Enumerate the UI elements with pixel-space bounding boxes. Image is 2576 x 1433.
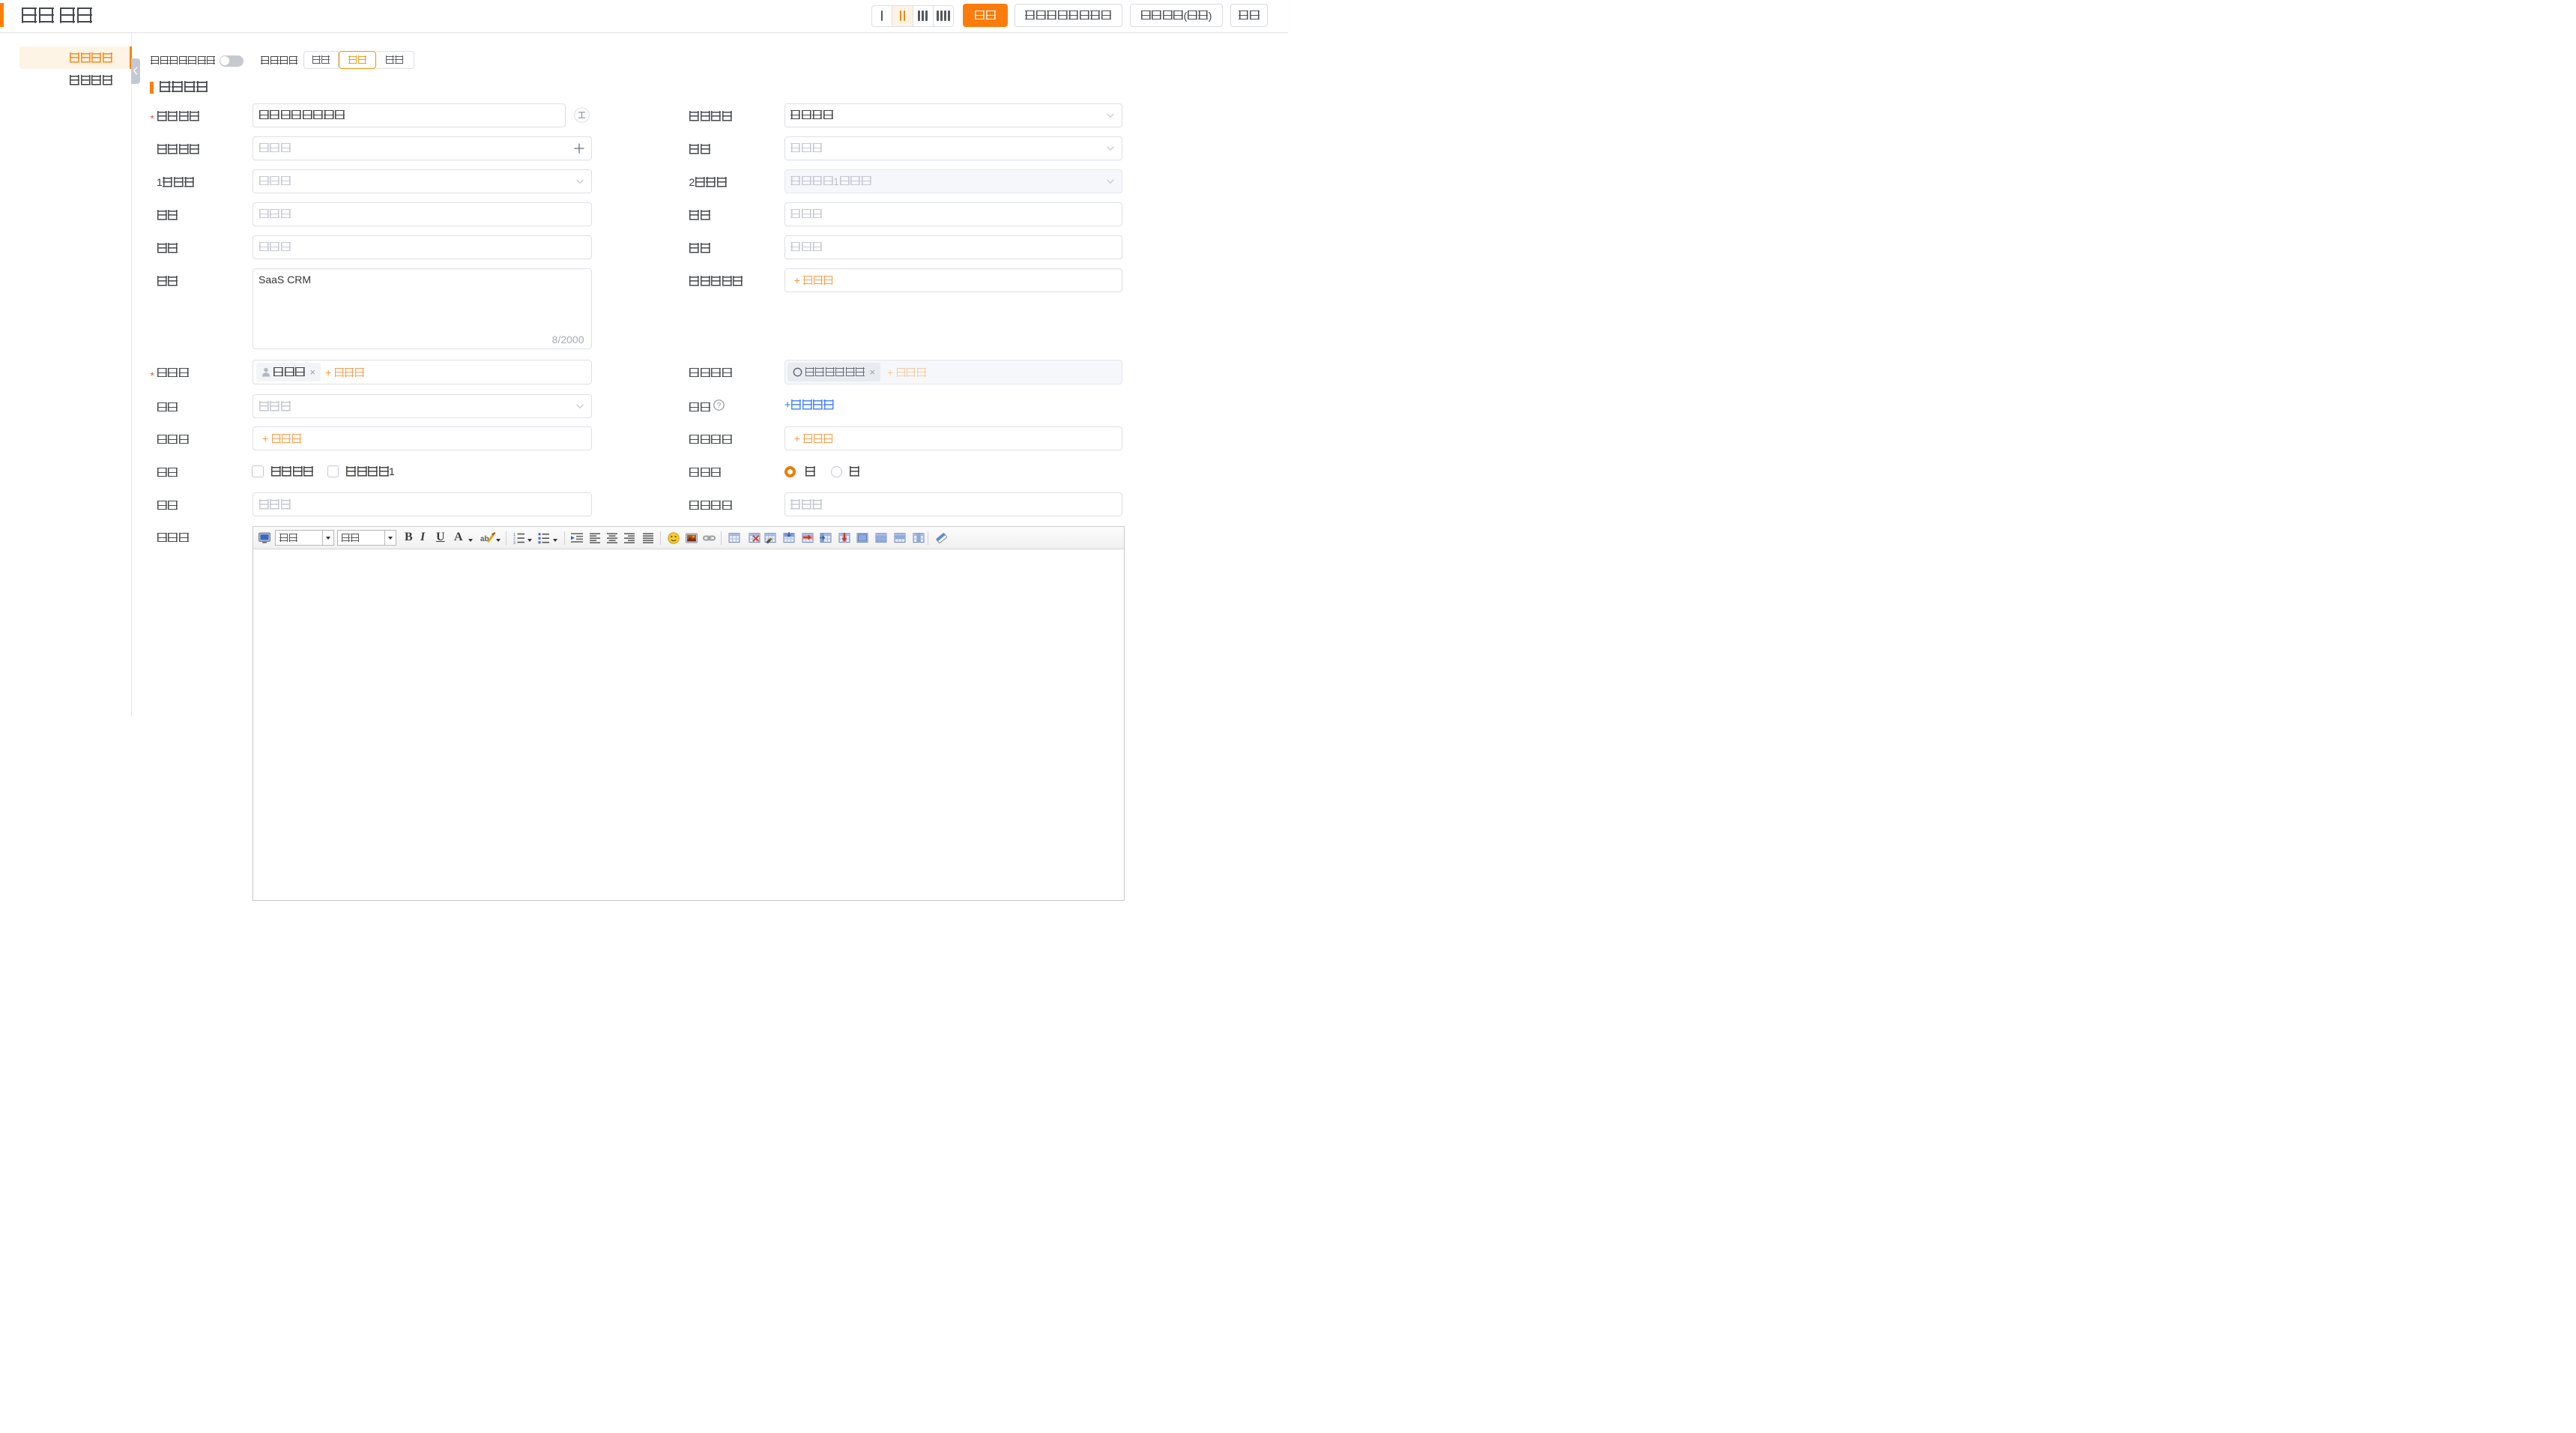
svg-text:?: ? — [717, 402, 722, 410]
svg-text:3: 3 — [513, 541, 515, 544]
svg-text:ab: ab — [480, 535, 489, 543]
